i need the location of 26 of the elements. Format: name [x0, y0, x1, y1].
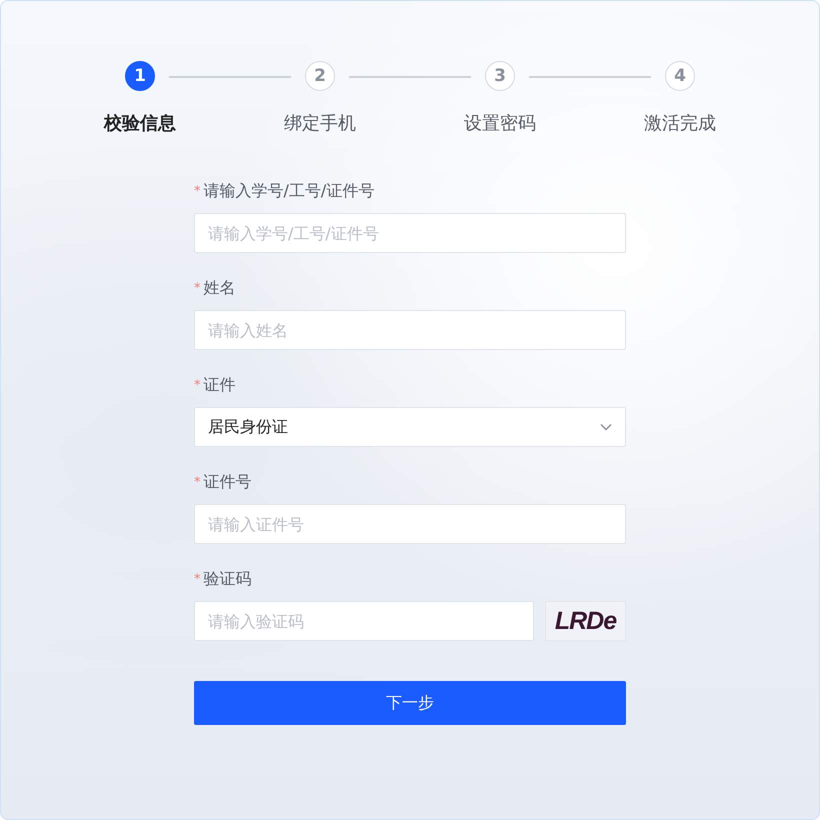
select-field[interactable]: 居民身份证	[194, 407, 626, 447]
required-mark: *	[194, 378, 200, 392]
step-number: 2	[305, 61, 335, 91]
field-label: 证件号	[204, 472, 252, 492]
captcha-image[interactable]: LRDe	[545, 601, 626, 641]
step-label: 校验信息	[104, 112, 176, 135]
required-mark: *	[194, 184, 200, 198]
next-button[interactable]: 下一步	[194, 681, 626, 725]
field-label: 验证码	[204, 568, 252, 590]
step-label: 设置密码	[464, 112, 536, 135]
text-field[interactable]: 请输入证件号	[194, 504, 626, 544]
field-label: 证件	[204, 374, 236, 396]
required-mark: *	[194, 572, 200, 586]
captcha-field[interactable]: 请输入验证码	[194, 601, 534, 641]
text-field[interactable]: 请输入学号/工号/证件号	[194, 213, 626, 253]
step-number: 1	[125, 61, 155, 91]
field-label: 姓名	[204, 278, 236, 298]
required-mark: *	[194, 280, 200, 296]
required-mark: *	[194, 474, 200, 490]
step-label: 激活完成	[644, 112, 716, 135]
field-label: 请输入学号/工号/证件号	[204, 180, 374, 202]
step-label: 绑定手机	[284, 112, 356, 135]
text-field[interactable]: 请输入姓名	[194, 310, 626, 350]
step-number: 4	[665, 61, 695, 91]
chevron-down-icon	[600, 423, 612, 431]
step-number: 3	[485, 61, 515, 91]
